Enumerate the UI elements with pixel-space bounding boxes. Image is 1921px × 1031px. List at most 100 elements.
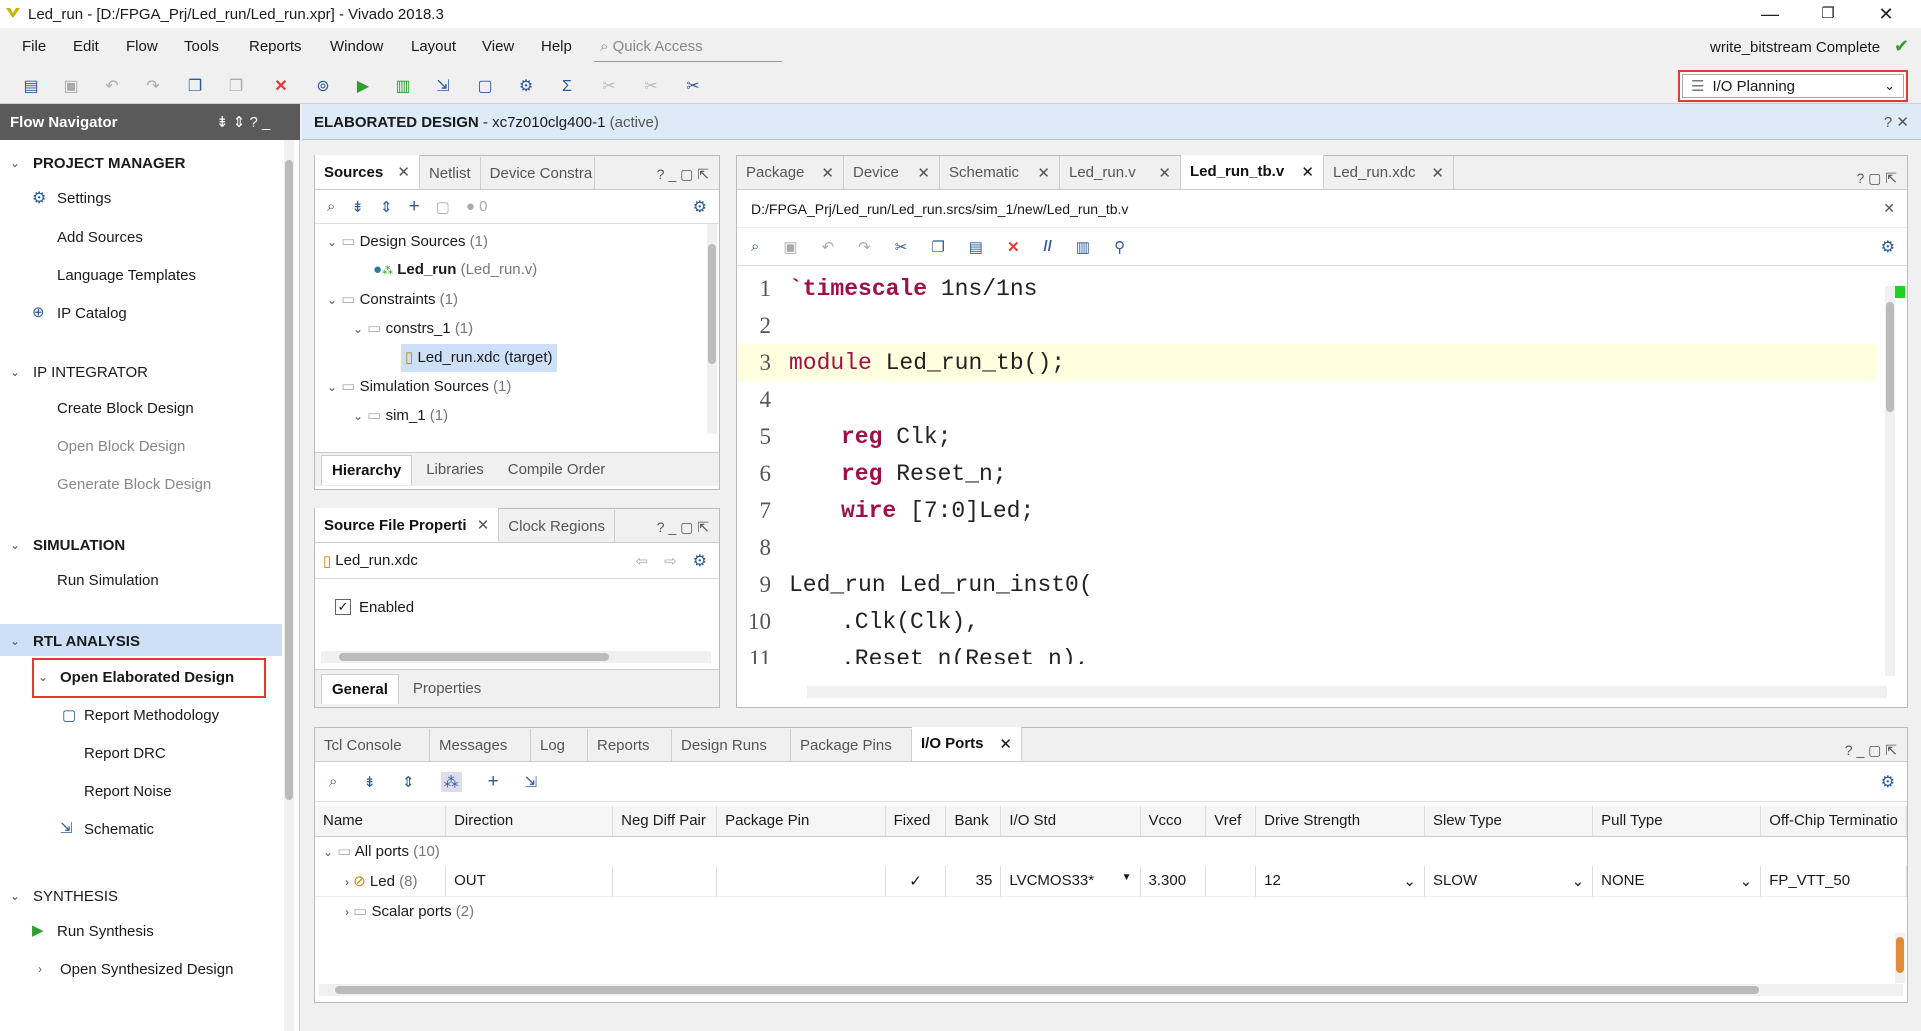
- subtab-properties[interactable]: Properties: [403, 674, 491, 703]
- nav-tools-icon[interactable]: ⇟ ⇕ ? _: [216, 113, 270, 131]
- nav-open-elaborated-design[interactable]: Open Elaborated Design: [60, 669, 234, 686]
- menu-reports[interactable]: Reports: [249, 38, 302, 55]
- nav-report-drc[interactable]: Report DRC: [84, 745, 166, 762]
- cut-icon[interactable]: ✂: [895, 238, 908, 256]
- tab-package-pins[interactable]: Package Pins: [791, 729, 912, 761]
- nav-ip-catalog[interactable]: IP Catalog: [57, 305, 127, 322]
- code-editor[interactable]: 1 `timescale 1ns/1ns 2 3 module Led_run_tb()…: [737, 266, 1907, 664]
- code-line[interactable]: 7 wire [7:0]Led;: [737, 492, 1877, 529]
- code-line[interactable]: 2: [737, 307, 1877, 344]
- tab-clock-regions[interactable]: Clock Regions: [499, 510, 616, 542]
- tree-sim-1[interactable]: ⌄ ▭ sim_1 (1): [353, 406, 448, 424]
- close-icon[interactable]: ✕: [397, 164, 410, 181]
- column-icon[interactable]: ▥: [1076, 238, 1090, 256]
- tree-simulation-sources[interactable]: ⌄ ▭ Simulation Sources (1): [327, 377, 511, 395]
- col-off-chip-termination[interactable]: Off-Chip Terminatio: [1760, 806, 1907, 837]
- tab-led-run-tb-v[interactable]: Led_run_tb.v ✕: [1181, 155, 1324, 189]
- run-icon[interactable]: ▶: [352, 76, 374, 98]
- close-icon[interactable]: ✕: [1301, 163, 1314, 181]
- panel-tools-icon[interactable]: ? ▢ ⇱: [1856, 170, 1897, 187]
- tree-led-run[interactable]: ●⁂ Led_run (Led_run.v): [373, 261, 537, 278]
- table-row[interactable]: ⌄ ▭ All ports (10): [315, 836, 1907, 866]
- comment-icon[interactable]: //: [1044, 238, 1052, 255]
- tab-design-runs[interactable]: Design Runs: [672, 729, 791, 761]
- col-bank[interactable]: Bank: [945, 806, 1002, 837]
- group-icon[interactable]: ⁂: [440, 771, 462, 792]
- schematic-icon[interactable]: ⇲: [525, 773, 538, 791]
- subtab-hierarchy[interactable]: Hierarchy: [321, 454, 413, 485]
- drive-strength-select[interactable]: 12 ⌄: [1255, 866, 1425, 896]
- nav-run-simulation[interactable]: Run Simulation: [57, 572, 159, 589]
- code-line[interactable]: 5 reg Clk;: [737, 418, 1877, 455]
- editor-vscrollbar[interactable]: [1885, 286, 1895, 676]
- bottom-hscrollbar[interactable]: [319, 984, 1903, 996]
- implementation-icon[interactable]: ⇲: [432, 76, 454, 98]
- chevron-down-icon[interactable]: ⌄: [10, 538, 20, 552]
- lightbulb-icon[interactable]: ⚲: [1114, 238, 1125, 256]
- collapse-all-icon[interactable]: ⇟: [351, 198, 364, 216]
- nav-open-block-design[interactable]: Open Block Design: [57, 438, 185, 455]
- iostd-select[interactable]: LVCMOS33* ▼: [1000, 866, 1141, 896]
- code-line[interactable]: 9 Led_run Led_run_inst0(: [737, 566, 1877, 603]
- editor-hscrollbar[interactable]: [807, 686, 1887, 698]
- close-icon[interactable]: ✕: [1158, 164, 1171, 182]
- search-icon[interactable]: ⌕: [329, 773, 337, 790]
- forward-icon[interactable]: ⇨: [664, 552, 677, 570]
- code-line[interactable]: 4: [737, 381, 1877, 418]
- code-line[interactable]: 3 module Led_run_tb();: [737, 344, 1877, 381]
- section-simulation[interactable]: SIMULATION: [33, 537, 125, 554]
- col-direction[interactable]: Direction: [445, 806, 614, 837]
- restore-icon[interactable]: ❐: [1808, 2, 1848, 26]
- props-hscrollbar[interactable]: [321, 651, 711, 663]
- tool-disabled2-icon[interactable]: ✂: [640, 76, 662, 98]
- nav-open-synthesized-design[interactable]: Open Synthesized Design: [60, 961, 233, 978]
- section-rtl-analysis[interactable]: RTL ANALYSIS: [33, 633, 140, 650]
- nav-run-synthesis[interactable]: Run Synthesis: [57, 923, 154, 940]
- synthesis-icon[interactable]: ▥: [392, 76, 414, 98]
- redo-icon[interactable]: ↷: [858, 238, 871, 256]
- minimize-icon[interactable]: —: [1750, 2, 1790, 26]
- close-icon[interactable]: ✕: [477, 517, 490, 534]
- bitstream-icon[interactable]: ▢: [474, 76, 496, 98]
- chevron-down-icon[interactable]: ⌄: [10, 889, 20, 903]
- paste-icon[interactable]: ▤: [969, 238, 983, 256]
- tab-netlist[interactable]: Netlist: [420, 157, 481, 189]
- col-vref[interactable]: Vref: [1205, 806, 1257, 837]
- col-io-std[interactable]: I/O Std: [1000, 806, 1141, 837]
- tab-tcl-console[interactable]: Tcl Console: [315, 729, 430, 761]
- tab-reports[interactable]: Reports: [588, 729, 672, 761]
- tree-led-run-xdc[interactable]: ▯ Led_run.xdc (target): [401, 344, 557, 372]
- save-icon[interactable]: ▣: [783, 238, 797, 256]
- section-synthesis[interactable]: SYNTHESIS: [33, 888, 118, 905]
- enabled-checkbox[interactable]: ✓: [335, 599, 351, 615]
- gear-icon[interactable]: ⚙: [1881, 237, 1895, 257]
- menu-flow[interactable]: Flow: [126, 38, 158, 55]
- col-package-pin[interactable]: Package Pin: [716, 806, 886, 837]
- menu-edit[interactable]: Edit: [73, 38, 99, 55]
- chevron-right-icon[interactable]: ›: [38, 962, 42, 976]
- tab-package[interactable]: Package ✕: [737, 156, 844, 189]
- table-row[interactable]: › ⊘ Led (8) OUT ✓ 35 LVCMOS33* ▼ 3.300 12…: [315, 866, 1907, 896]
- nav-report-methodology[interactable]: Report Methodology: [84, 707, 219, 724]
- tab-source-file-properties[interactable]: Source File Properti ✕: [315, 508, 500, 542]
- col-vcco[interactable]: Vcco: [1140, 806, 1207, 837]
- menu-window[interactable]: Window: [330, 38, 383, 55]
- slew-type-select[interactable]: SLOW ⌄: [1424, 866, 1594, 896]
- flow-nav-scrollbar[interactable]: [284, 140, 294, 1031]
- back-icon[interactable]: ⇦: [636, 552, 649, 570]
- nav-generate-block-design[interactable]: Generate Block Design: [57, 476, 211, 493]
- section-project-manager[interactable]: PROJECT MANAGER: [33, 155, 186, 172]
- chevron-down-icon[interactable]: ⌄: [10, 365, 20, 379]
- bottom-vscrollbar[interactable]: [1895, 933, 1905, 983]
- close-window-icon[interactable]: ✕: [1866, 2, 1906, 26]
- redo-icon[interactable]: ↷: [142, 76, 164, 98]
- menu-layout[interactable]: Layout: [411, 38, 456, 55]
- help-close-icon[interactable]: ? ✕: [1884, 113, 1909, 131]
- paste-icon[interactable]: ❐: [225, 76, 247, 98]
- tab-messages[interactable]: Messages: [430, 729, 531, 761]
- sources-scrollbar[interactable]: [707, 224, 717, 434]
- collapse-all-icon[interactable]: ⇟: [363, 773, 376, 791]
- undo-icon[interactable]: ↶: [822, 238, 835, 256]
- code-line[interactable]: 11 .Reset_n(Reset_n),: [737, 640, 1877, 665]
- tab-io-ports[interactable]: I/O Ports ✕: [912, 727, 1022, 761]
